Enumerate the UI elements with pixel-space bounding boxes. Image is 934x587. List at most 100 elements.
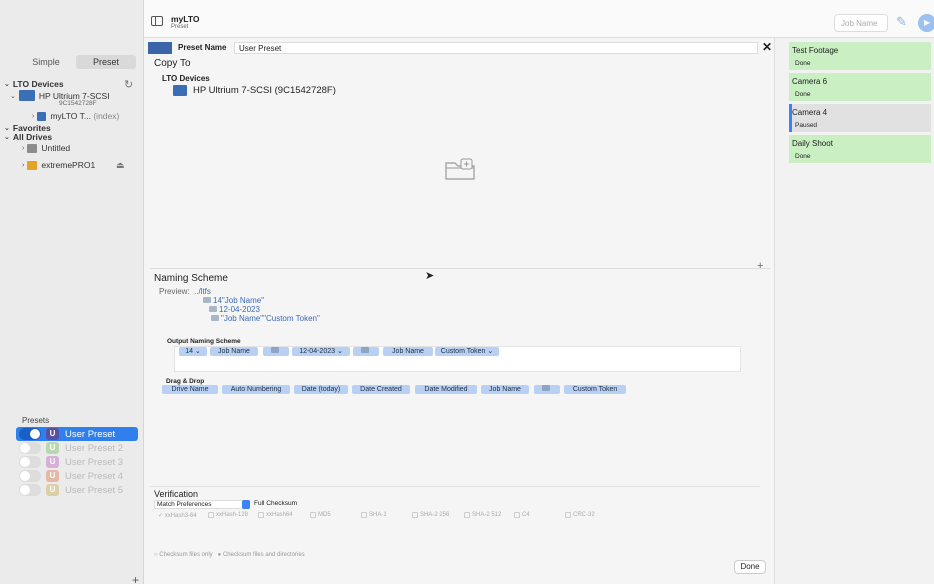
drag-token[interactable]: Drive Name bbox=[162, 385, 218, 394]
preset-toggle[interactable] bbox=[19, 428, 41, 440]
app-title: myLTO bbox=[171, 14, 200, 24]
preview-line: 12-04-2023 bbox=[209, 305, 260, 314]
tree-lto-devices[interactable]: ⌄ LTO Devices bbox=[4, 79, 64, 89]
tree-tape[interactable]: › myLTO T... (index) bbox=[32, 111, 119, 121]
job-card[interactable]: Camera 6 Done bbox=[789, 73, 931, 101]
drag-token[interactable]: Date Created bbox=[352, 385, 410, 394]
add-destination-folder-icon[interactable] bbox=[444, 158, 476, 182]
tab-preset[interactable]: Preset bbox=[76, 55, 136, 69]
drag-token[interactable]: Date (today) bbox=[294, 385, 348, 394]
token-separator-folder[interactable] bbox=[353, 347, 379, 356]
token-number[interactable]: 14 ⌄ bbox=[179, 347, 207, 356]
checkbox-icon bbox=[565, 512, 571, 518]
sidebar-toggle-icon[interactable] bbox=[151, 16, 163, 26]
drive-name: Untitled bbox=[41, 143, 71, 153]
preset-toggle[interactable] bbox=[19, 442, 41, 454]
add-preset-button[interactable]: + bbox=[132, 573, 139, 587]
job-card[interactable]: Camera 4 Paused bbox=[789, 104, 931, 132]
checkbox-sha1[interactable]: SHA-1 bbox=[361, 512, 387, 518]
job-status: Done bbox=[795, 153, 811, 160]
pencil-icon[interactable]: ✎ bbox=[896, 14, 907, 30]
job-status: Done bbox=[795, 60, 811, 67]
job-name-field[interactable]: Job Name bbox=[834, 14, 888, 32]
start-play-icon[interactable]: ▶ bbox=[918, 14, 934, 32]
tree-all-drives[interactable]: ⌄ All Drives bbox=[4, 132, 52, 142]
divider bbox=[150, 486, 760, 487]
preset-badge: U bbox=[46, 428, 59, 440]
preview-root: ../ltfs bbox=[194, 287, 211, 296]
drag-token-folder[interactable] bbox=[534, 385, 560, 394]
checkbox-xxhash-128[interactable]: xxHash-128 bbox=[208, 512, 248, 518]
preset-toggle[interactable] bbox=[19, 456, 41, 468]
radio-files-only[interactable]: ○ Checksum files only bbox=[154, 552, 213, 558]
folder-icon bbox=[361, 347, 369, 353]
checkbox-crc32[interactable]: CRC-32 bbox=[565, 512, 595, 518]
device-name: HP Ultrium 7-SCSI bbox=[38, 90, 110, 101]
token-job-name[interactable]: Job Name bbox=[210, 347, 258, 356]
checkbox-md5[interactable]: MD5 bbox=[310, 512, 331, 518]
checkbox-sha2-256[interactable]: SHA-2 256 bbox=[412, 512, 449, 518]
refresh-icon[interactable]: ↻ bbox=[124, 78, 133, 91]
token-custom[interactable]: Custom Token ⌄ bbox=[435, 347, 499, 356]
preset-name: User Preset 2 bbox=[65, 442, 124, 454]
checkbox-icon bbox=[208, 512, 214, 518]
checkbox-icon bbox=[310, 512, 316, 518]
tape-drive-icon bbox=[173, 85, 187, 96]
preset-item[interactable]: U User Preset 5 bbox=[16, 483, 138, 497]
drag-token[interactable]: Job Name bbox=[481, 385, 529, 394]
radio-files-and-dirs[interactable]: ● Checksum files and directories bbox=[218, 552, 305, 558]
eject-icon[interactable]: ⏏ bbox=[116, 160, 125, 171]
lto-devices-heading: LTO Devices bbox=[162, 74, 210, 83]
algorithm-label: CRC-32 bbox=[573, 512, 595, 518]
app-subtitle: Preset bbox=[171, 24, 189, 30]
folder-icon bbox=[271, 347, 279, 353]
drag-token[interactable]: Date Modified bbox=[415, 385, 477, 394]
checkbox-c4[interactable]: C4 bbox=[514, 512, 530, 518]
algorithm-label: SHA-1 bbox=[369, 512, 387, 518]
lto-target-device[interactable]: HP Ultrium 7-SCSI (9C1542728F) bbox=[173, 85, 336, 96]
checkbox-xxhash64[interactable]: xxHash64 bbox=[258, 512, 293, 518]
job-title: Test Footage bbox=[792, 46, 839, 55]
preset-toggle[interactable] bbox=[19, 470, 41, 482]
done-button[interactable]: Done bbox=[734, 560, 766, 574]
job-status: Done bbox=[795, 91, 811, 98]
preset-item[interactable]: U User Preset 3 bbox=[16, 455, 138, 469]
token-job-name[interactable]: Job Name bbox=[383, 347, 433, 356]
close-icon[interactable]: ✕ bbox=[762, 40, 772, 54]
drag-token[interactable]: Custom Token bbox=[564, 385, 626, 394]
preview-text: "Job Name""Custom Token" bbox=[221, 314, 320, 323]
job-title: Camera 6 bbox=[792, 77, 828, 86]
preset-item[interactable]: U User Preset 2 bbox=[16, 441, 138, 455]
checkbox-icon bbox=[464, 512, 470, 518]
preset-toggle[interactable] bbox=[19, 484, 41, 496]
preset-item[interactable]: U User Preset 4 bbox=[16, 469, 138, 483]
tree-label: LTO Devices bbox=[12, 79, 64, 89]
job-card[interactable]: Test Footage Done bbox=[789, 42, 931, 70]
copy-to-heading: Copy To bbox=[154, 58, 191, 69]
job-status: Paused bbox=[795, 122, 818, 129]
preset-badge: U bbox=[46, 484, 59, 496]
preset-color-swatch[interactable] bbox=[148, 42, 172, 54]
chevron-right-icon: › bbox=[22, 161, 25, 169]
tree-drive-untitled[interactable]: › Untitled bbox=[22, 143, 70, 153]
checkbox-xxhash3-64[interactable]: ✓ xxHash3-64 bbox=[158, 512, 197, 519]
preset-item[interactable]: U User Preset bbox=[16, 427, 138, 441]
preview-text: 14"Job Name" bbox=[213, 296, 265, 305]
verification-heading: Verification bbox=[154, 489, 199, 499]
drag-token[interactable]: Auto Numbering bbox=[222, 385, 290, 394]
job-queue: Test Footage Done Camera 6 Done Camera 4… bbox=[774, 38, 934, 584]
chevron-right-icon: › bbox=[32, 112, 35, 120]
token-separator-folder[interactable] bbox=[263, 347, 289, 356]
folder-icon bbox=[203, 297, 211, 303]
job-card[interactable]: Daily Shoot Done bbox=[789, 135, 931, 163]
preset-name-field[interactable]: User Preset bbox=[234, 42, 758, 54]
chevron-right-icon: › bbox=[22, 144, 25, 152]
select-arrow-icon[interactable] bbox=[242, 500, 250, 509]
match-preferences-select[interactable]: Match Preferences bbox=[154, 500, 250, 509]
tab-simple[interactable]: Simple bbox=[16, 55, 76, 69]
preset-badge: U bbox=[46, 470, 59, 482]
token-date[interactable]: 12-04-2023 ⌄ bbox=[292, 347, 350, 356]
add-destination-button[interactable]: + bbox=[757, 260, 763, 272]
checkbox-sha2-512[interactable]: SHA-2 512 bbox=[464, 512, 501, 518]
tree-drive-extremepro[interactable]: › extremePRO1 bbox=[22, 160, 95, 170]
